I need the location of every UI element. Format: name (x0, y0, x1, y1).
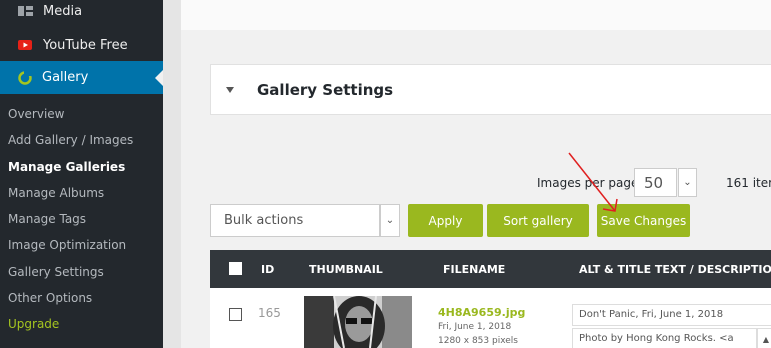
media-icon (18, 6, 33, 16)
submenu-item-overview[interactable]: Overview (0, 101, 163, 127)
column-header-thumbnail[interactable]: THUMBNAIL (309, 263, 383, 276)
sidebar-item-youtube[interactable]: YouTube Free (0, 30, 163, 60)
youtube-icon (18, 40, 32, 50)
gallery-icon (18, 70, 32, 85)
bulk-actions-select[interactable]: Bulk actions (210, 204, 380, 237)
submenu-item-manage-tags[interactable]: Manage Tags (0, 206, 163, 232)
collapse-toggle-icon[interactable] (226, 86, 234, 93)
table-row: 165 4H8A9659.jpg Fri, June 1, 2018 1280 … (210, 288, 771, 348)
sidebar-item-label: Gallery (42, 70, 89, 85)
column-header-id[interactable]: ID (261, 263, 274, 276)
alt-title-input[interactable]: Don't Panic, Fri, June 1, 2018 (572, 304, 771, 326)
top-band (181, 0, 771, 30)
column-header-alt-title[interactable]: ALT & TITLE TEXT / DESCRIPTION (579, 263, 771, 276)
submenu-item-other-options[interactable]: Other Options (0, 285, 163, 311)
description-textarea[interactable]: Photo by Hong Kong Rocks. <a (572, 328, 757, 348)
chevron-down-icon[interactable]: ⌄ (380, 204, 400, 237)
table-header: ID THUMBNAIL FILENAME ALT & TITLE TEXT /… (210, 250, 771, 288)
items-count: 161 items (726, 176, 771, 190)
active-indicator-arrow (155, 70, 163, 86)
admin-sidebar: Media YouTube Free Gallery Overview Add … (0, 0, 163, 348)
image-id: 165 (258, 306, 281, 320)
submenu-item-gallery-settings[interactable]: Gallery Settings (0, 259, 163, 285)
scroll-up-icon[interactable]: ▲ (757, 328, 771, 348)
annotation-arrow-icon (568, 152, 618, 212)
sidebar-item-gallery[interactable]: Gallery (0, 61, 163, 94)
gallery-submenu: Overview Add Gallery / Images Manage Gal… (0, 101, 163, 338)
image-filename-link[interactable]: 4H8A9659.jpg (438, 306, 525, 319)
apply-button[interactable]: Apply (408, 204, 483, 237)
submenu-item-image-optimization[interactable]: Image Optimization (0, 232, 163, 258)
sidebar-item-label: Media (43, 3, 83, 19)
row-checkbox[interactable] (229, 308, 242, 321)
submenu-item-upgrade[interactable]: Upgrade (0, 311, 163, 337)
chevron-down-icon[interactable]: ⌄ (678, 168, 697, 197)
select-all-checkbox[interactable] (229, 262, 242, 275)
sidebar-gutter (163, 0, 181, 348)
image-date: Fri, June 1, 2018 (438, 322, 512, 332)
submenu-item-manage-galleries[interactable]: Manage Galleries (0, 154, 163, 180)
image-thumbnail[interactable] (304, 296, 412, 348)
image-dimensions: 1280 x 853 pixels (438, 336, 518, 346)
submenu-item-add-gallery[interactable]: Add Gallery / Images (0, 127, 163, 153)
panel-title: Gallery Settings (257, 80, 394, 99)
images-per-page-select[interactable]: 50 (634, 168, 677, 197)
submenu-item-manage-albums[interactable]: Manage Albums (0, 180, 163, 206)
gallery-settings-panel[interactable]: Gallery Settings (210, 64, 771, 115)
main-content: Gallery Settings Images per page: 50 ⌄ 1… (181, 0, 771, 348)
sidebar-item-label: YouTube Free (43, 37, 128, 53)
sidebar-item-media[interactable]: Media (0, 0, 163, 26)
column-header-filename[interactable]: FILENAME (443, 263, 505, 276)
